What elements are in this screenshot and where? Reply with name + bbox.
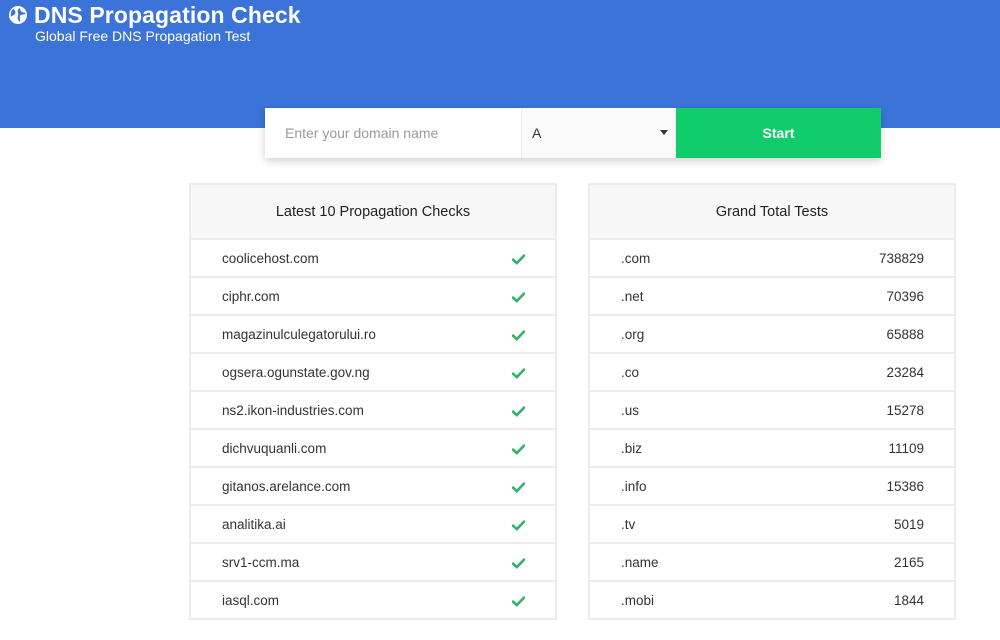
tld-count: 2165 bbox=[893, 554, 924, 570]
tld-label: .name bbox=[621, 554, 659, 570]
grand-total-title: Grand Total Tests bbox=[590, 185, 954, 240]
tld-label: .info bbox=[621, 478, 647, 494]
tld-label: .org bbox=[621, 326, 645, 342]
table-row[interactable]: ogsera.ogunstate.gov.ng bbox=[191, 354, 555, 392]
record-type-value: A bbox=[532, 125, 542, 141]
latest-checks-panel: Latest 10 Propagation Checks coolicehost… bbox=[189, 183, 557, 620]
table-row: .org 65888 bbox=[590, 316, 954, 354]
domain-link[interactable]: analitika.ai bbox=[222, 517, 286, 532]
tld-label: .co bbox=[621, 364, 640, 380]
domain-link[interactable]: dichvuquanli.com bbox=[222, 441, 326, 456]
tld-label: .mobi bbox=[621, 592, 655, 608]
tld-label: .tv bbox=[621, 516, 636, 532]
latest-checks-list: coolicehost.com ciphr.com magazinulculegat… bbox=[191, 240, 555, 618]
check-icon bbox=[511, 405, 526, 416]
check-icon bbox=[511, 291, 526, 302]
domain-link[interactable]: gitanos.arelance.com bbox=[222, 479, 350, 494]
check-icon bbox=[511, 329, 526, 340]
table-row[interactable]: srv1-ccm.ma bbox=[191, 544, 555, 582]
tld-count: 15386 bbox=[886, 478, 924, 494]
grand-total-panel: Grand Total Tests .com 738829 .net 70396 .or… bbox=[588, 183, 956, 620]
tld-count: 23284 bbox=[886, 364, 924, 380]
tld-count: 11109 bbox=[888, 440, 924, 456]
tld-label: .us bbox=[621, 402, 640, 418]
domain-link[interactable]: magazinulculegatorului.ro bbox=[222, 327, 376, 342]
start-button[interactable]: Start bbox=[676, 108, 881, 158]
tld-count: 70396 bbox=[886, 288, 924, 304]
table-row: .mobi 1844 bbox=[590, 582, 954, 618]
tld-label: .net bbox=[621, 288, 644, 304]
domain-link[interactable]: srv1-ccm.ma bbox=[222, 555, 299, 570]
tld-count: 15278 bbox=[886, 402, 924, 418]
globe-icon bbox=[8, 5, 28, 25]
table-row[interactable]: iasql.com bbox=[191, 582, 555, 618]
check-icon bbox=[511, 481, 526, 492]
table-row: .tv 5019 bbox=[590, 506, 954, 544]
site-title: DNS Propagation Check bbox=[34, 2, 301, 28]
table-row[interactable]: ns2.ikon-industries.com bbox=[191, 392, 555, 430]
domain-input[interactable] bbox=[265, 108, 521, 158]
tld-label: .biz bbox=[621, 440, 643, 456]
latest-checks-title: Latest 10 Propagation Checks bbox=[191, 185, 555, 240]
tld-count: 65888 bbox=[886, 326, 924, 342]
tld-count: 1844 bbox=[893, 592, 924, 608]
table-row: .com 738829 bbox=[590, 240, 954, 278]
tld-label: .com bbox=[621, 250, 651, 266]
domain-link[interactable]: ns2.ikon-industries.com bbox=[222, 403, 364, 418]
tld-count: 738829 bbox=[878, 250, 924, 266]
site-subtitle: Global Free DNS Propagation Test bbox=[35, 28, 251, 44]
table-row[interactable]: dichvuquanli.com bbox=[191, 430, 555, 468]
check-icon bbox=[511, 253, 526, 264]
domain-link[interactable]: iasql.com bbox=[222, 593, 279, 608]
check-icon bbox=[511, 595, 526, 606]
table-row[interactable]: coolicehost.com bbox=[191, 240, 555, 278]
table-row[interactable]: magazinulculegatorului.ro bbox=[191, 316, 555, 354]
table-row: .biz 11109 bbox=[590, 430, 954, 468]
table-row: .us 15278 bbox=[590, 392, 954, 430]
chevron-down-icon bbox=[660, 130, 668, 135]
tld-count: 5019 bbox=[893, 516, 924, 532]
table-row: .info 15386 bbox=[590, 468, 954, 506]
table-row: .co 23284 bbox=[590, 354, 954, 392]
table-row[interactable]: ciphr.com bbox=[191, 278, 555, 316]
domain-link[interactable]: ogsera.ogunstate.gov.ng bbox=[222, 365, 370, 380]
check-icon bbox=[511, 557, 526, 568]
domain-link[interactable]: ciphr.com bbox=[222, 289, 280, 304]
domain-link[interactable]: coolicehost.com bbox=[222, 251, 319, 266]
search-bar: A Start bbox=[265, 108, 881, 158]
table-row: .name 2165 bbox=[590, 544, 954, 582]
grand-total-list: .com 738829 .net 70396 .org 65888 .co 23284 .us 1… bbox=[590, 240, 954, 618]
table-row[interactable]: analitika.ai bbox=[191, 506, 555, 544]
table-row[interactable]: gitanos.arelance.com bbox=[191, 468, 555, 506]
check-icon bbox=[511, 367, 526, 378]
table-row: .net 70396 bbox=[590, 278, 954, 316]
check-icon bbox=[511, 443, 526, 454]
brand[interactable]: DNS Propagation Check bbox=[8, 2, 301, 28]
check-icon bbox=[511, 519, 526, 530]
record-type-select[interactable]: A bbox=[521, 108, 676, 158]
